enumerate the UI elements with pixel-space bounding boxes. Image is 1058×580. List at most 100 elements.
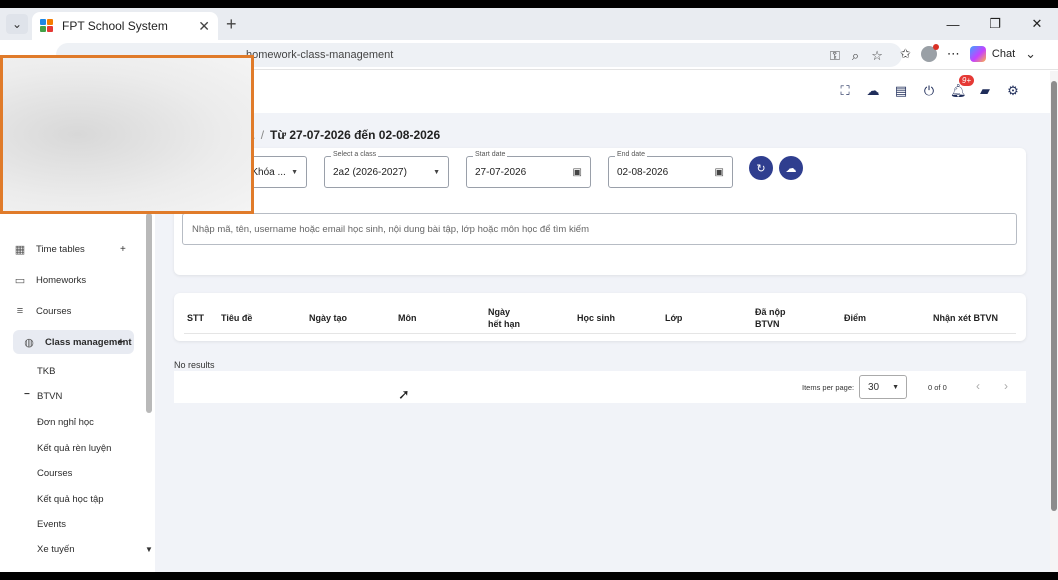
copilot-icon xyxy=(969,46,986,62)
col-header-due-line1: Ngày xyxy=(488,307,511,317)
settings-gear-icon[interactable]: ⚙ xyxy=(1006,83,1020,99)
col-header-comment: Nhận xét BTVN xyxy=(933,313,999,323)
col-header-due: Ngày hết hạn xyxy=(488,306,520,330)
power-icon[interactable]: ⏻ xyxy=(922,83,936,99)
search-placeholder: Nhập mã, tên, username hoặc email học si… xyxy=(192,223,590,235)
redacted-region xyxy=(0,55,254,214)
tab-active[interactable]: FPT School System ✕ xyxy=(32,12,218,40)
url-text: homework-class-management xyxy=(246,49,394,61)
col-header-submitted-line2: BTVN xyxy=(755,319,780,329)
col-header-stt: STT xyxy=(187,313,204,323)
sidebar-item-courses[interactable]: ≡ Courses xyxy=(14,299,72,323)
class-icon: ◍ xyxy=(24,336,34,349)
next-page-icon[interactable]: › xyxy=(1004,379,1008,393)
refresh-icon: ↻ xyxy=(756,162,766,175)
page-range: 0 of 0 xyxy=(928,383,947,392)
no-results-text: No results xyxy=(174,360,215,370)
col-header-title: Tiêu đề xyxy=(221,313,253,323)
sidebar-sub-tkb[interactable]: TKB xyxy=(37,366,55,377)
favorites-icon[interactable]: ✩ xyxy=(900,46,911,62)
class-select[interactable]: Select a class 2a2 (2026-2027) ▼ xyxy=(324,151,449,188)
start-date-field[interactable]: Start date 27-07-2026 ▣ xyxy=(466,151,591,188)
document-icon: ▭ xyxy=(14,274,26,287)
sidebar-scrollbar[interactable] xyxy=(146,213,152,413)
end-date-field[interactable]: End date 02-08-2026 ▣ xyxy=(608,151,733,188)
tab-list-dropdown[interactable]: ⌄ xyxy=(6,14,28,34)
chat-bubble-icon[interactable]: ▰ xyxy=(978,83,992,99)
tab-close-icon[interactable]: ✕ xyxy=(198,18,210,35)
sidebar-item-class-management[interactable]: ◍ Class management xyxy=(13,330,134,354)
chat-label: Chat xyxy=(991,48,1016,60)
scroll-down-arrow-icon[interactable]: ▼ xyxy=(145,545,153,554)
col-header-score: Điểm xyxy=(844,313,867,323)
prev-page-icon[interactable]: ‹ xyxy=(976,379,980,393)
window-close-icon[interactable]: ✕ xyxy=(1016,8,1058,40)
collapse-minus-icon[interactable]: − xyxy=(24,389,30,400)
profile-avatar[interactable] xyxy=(920,44,939,62)
sidebar-item-label: Time tables xyxy=(36,243,85,255)
search-input[interactable]: Nhập mã, tên, username hoặc email học si… xyxy=(182,213,1017,245)
sidebar-sub-ket-qua-hoc-tap[interactable]: Kết quả học tập xyxy=(37,494,104,505)
more-menu-icon[interactable]: ⋯ xyxy=(947,46,960,62)
sidebar-item-homeworks[interactable]: ▭ Homeworks xyxy=(14,268,86,292)
col-header-created: Ngày tạo xyxy=(309,313,348,323)
favorite-star-icon[interactable]: ☆ xyxy=(871,48,883,64)
tab-title: FPT School System xyxy=(62,19,168,33)
col-header-submitted: Đã nộp BTVN xyxy=(755,306,786,330)
filter-card: a Khóa ... ▼ Select a class 2a2 (2026-20… xyxy=(174,148,1026,275)
list-icon: ≡ xyxy=(16,305,24,317)
end-date-value: 02-08-2026 xyxy=(617,166,669,178)
sidebar-chevron-icon[interactable]: ⌄ xyxy=(1025,46,1036,62)
notification-badge: 9+ xyxy=(958,75,974,86)
zoom-icon[interactable]: ⌕ xyxy=(852,48,859,64)
start-date-value: 27-07-2026 xyxy=(475,166,527,178)
restore-icon[interactable]: ❐ xyxy=(974,8,1016,40)
breadcrumb-range: Từ 27-07-2026 đến 02-08-2026 xyxy=(270,128,441,142)
refresh-button[interactable]: ↻ xyxy=(749,156,773,180)
items-per-page-select[interactable]: 30 ▼ xyxy=(859,375,907,399)
sidebar-item-time-tables[interactable]: ▦ Time tables xyxy=(14,237,85,261)
expand-plus-icon[interactable]: + xyxy=(120,244,126,255)
sidebar-item-label: Courses xyxy=(36,305,72,317)
col-header-student: Học sinh xyxy=(577,313,616,323)
col-header-due-line2: hết hạn xyxy=(488,319,521,329)
upload-button[interactable]: ☁ xyxy=(779,156,803,180)
cloud-upload-icon[interactable]: ☁ xyxy=(866,83,880,99)
calendar-icon[interactable]: ▣ xyxy=(715,167,724,178)
sidebar-sub-courses[interactable]: Courses xyxy=(37,468,72,479)
header-divider xyxy=(184,333,1016,334)
pagination: Items per page: 30 ▼ 0 of 0 ‹ › xyxy=(174,371,1026,403)
page-scrollbar[interactable] xyxy=(1050,71,1058,572)
calendar-icon[interactable]: ▣ xyxy=(573,167,582,178)
fullscreen-icon[interactable]: ⛶ xyxy=(838,83,852,99)
chevron-down-icon: ▼ xyxy=(433,168,440,176)
items-per-page-label: Items per page: xyxy=(802,383,855,392)
bell-icon[interactable]: 🔔︎ 9+ xyxy=(950,75,974,99)
class-select-label: Select a class xyxy=(331,151,379,158)
start-date-label: Start date xyxy=(473,151,508,158)
sidebar-sub-events[interactable]: Events xyxy=(37,519,66,530)
sidebar-sub-btvn[interactable]: BTVN xyxy=(37,391,62,402)
minimize-icon[interactable]: — xyxy=(932,8,974,40)
chat-button[interactable]: Chat xyxy=(969,46,1016,62)
class-select-value: 2a2 (2026-2027) xyxy=(333,166,407,178)
tab-bar: ⌄ FPT School System ✕ + — ❐ ✕ xyxy=(0,8,1058,40)
homework-table: STT Tiêu đề Ngày tạo Môn Ngày hết hạn Họ… xyxy=(174,293,1026,341)
col-header-submitted-line1: Đã nộp xyxy=(755,307,786,317)
sidebar-item-label: Homeworks xyxy=(36,274,87,286)
expand-plus-icon[interactable]: + xyxy=(118,337,124,348)
col-header-subject: Môn xyxy=(398,313,417,323)
key-icon[interactable]: ⚿ xyxy=(830,48,840,64)
page-scroll-thumb[interactable] xyxy=(1051,81,1057,511)
sidebar-sub-ket-qua-ren-luyen[interactable]: Kết quả rèn luyện xyxy=(37,443,111,454)
chevron-down-icon: ▼ xyxy=(892,383,899,391)
items-per-page-value: 30 xyxy=(868,381,880,393)
clipboard-icon[interactable]: ▤ xyxy=(894,83,908,99)
new-tab-icon[interactable]: + xyxy=(226,14,237,35)
col-header-class: Lớp xyxy=(665,313,683,323)
sidebar-sub-don-nghi-hoc[interactable]: Đơn nghỉ học xyxy=(37,417,94,428)
chevron-down-icon: ▼ xyxy=(291,168,298,176)
cloud-upload-icon: ☁ xyxy=(785,162,797,175)
sidebar-sub-xe-tuyen[interactable]: Xe tuyến xyxy=(37,544,75,555)
breadcrumb: 2/Từ 27-07-2026 đến 02-08-2026 xyxy=(248,128,440,142)
